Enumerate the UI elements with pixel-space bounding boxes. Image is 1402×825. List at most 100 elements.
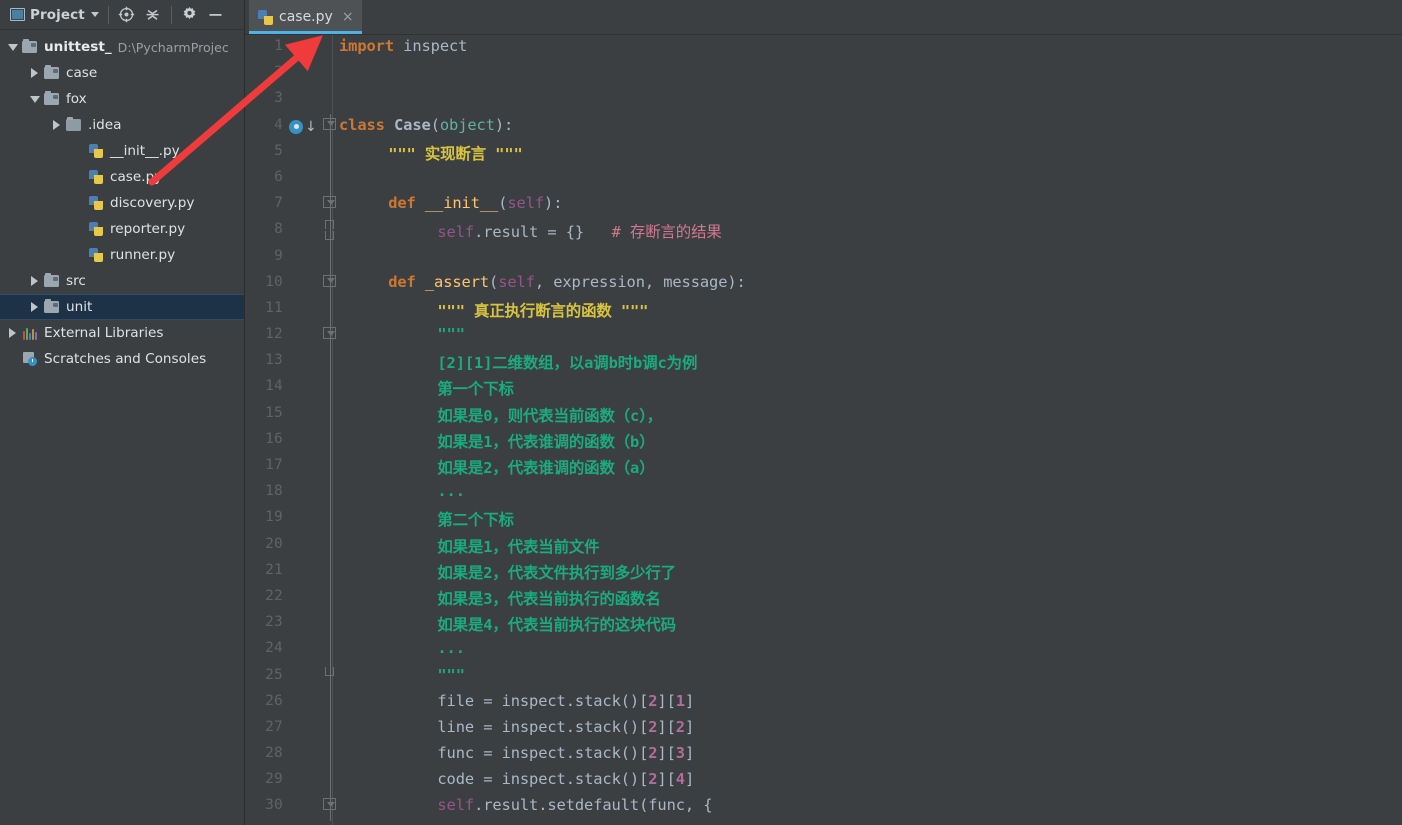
- gear-icon[interactable]: [177, 3, 203, 27]
- tree-item-unittest[interactable]: unittest_ D:\PycharmProjec: [0, 34, 244, 60]
- code-line[interactable]: 9: [245, 244, 1402, 271]
- token: .result.setdefault: [474, 796, 640, 815]
- token: __init__: [424, 194, 499, 213]
- code-line[interactable]: 22 如果是3，代表当前执行的函数名: [245, 584, 1402, 612]
- code-line[interactable]: 27 line = inspect.stack()[2][2]: [245, 715, 1402, 743]
- tree-item-scratches-and-consoles[interactable]: Scratches and Consoles: [0, 346, 244, 372]
- token: ...: [437, 482, 465, 501]
- code-line[interactable]: 17 如果是2，代表谁调的函数（a）: [245, 454, 1402, 481]
- code-fold-marker[interactable]: [323, 192, 337, 219]
- token: 如果是2，代表文件执行到多少行了: [437, 563, 676, 582]
- line-number: 2: [274, 64, 283, 81]
- code-text: 如果是0，则代表当前函数（c），: [437, 404, 662, 426]
- line-number: 16: [265, 430, 283, 447]
- code-line[interactable]: 25 """: [245, 663, 1402, 690]
- code-line[interactable]: 26 file = inspect.stack()[2][1]: [245, 689, 1402, 716]
- code-lines: 1 import inspect 2 3 4 ↓ class Case(object): 5 "…: [245, 35, 1402, 821]
- tree-item-idea[interactable]: .idea: [0, 112, 244, 138]
- code-line[interactable]: 16 如果是1，代表谁调的函数（b）: [245, 427, 1402, 454]
- code-line[interactable]: 14 第一个下标: [245, 375, 1402, 402]
- code-line[interactable]: 8 self.result = {} # 存断言的结果: [245, 218, 1402, 245]
- code-line[interactable]: 29 code = inspect.stack()[2][4]: [245, 768, 1402, 795]
- tree-item-external-libraries[interactable]: External Libraries: [0, 320, 244, 346]
- run-class-gutter-icon[interactable]: ↓: [289, 119, 319, 136]
- code-fold-marker[interactable]: [323, 218, 337, 245]
- tree-item-src[interactable]: src: [0, 268, 244, 294]
- code-text: 第二个下标: [437, 508, 514, 530]
- code-line[interactable]: 5 """ 实现断言 """: [245, 139, 1402, 166]
- python-file-icon: [258, 9, 273, 25]
- code-fold-marker[interactable]: [323, 113, 337, 140]
- token: class: [339, 115, 385, 134]
- pycharm-window: Project unittest_ D:\PycharmProjec case …: [0, 0, 1402, 825]
- line-number: 27: [265, 718, 283, 735]
- tree-toggle-closed-icon[interactable]: [4, 328, 21, 338]
- toolbar-divider-2: [170, 5, 172, 24]
- token: .result: [474, 223, 539, 242]
- minimize-icon[interactable]: [203, 3, 229, 27]
- tree-item-runner-py[interactable]: runner.py: [0, 242, 244, 268]
- code-fold-marker[interactable]: [323, 794, 337, 821]
- code-line[interactable]: 21 如果是2，代表文件执行到多少行了: [245, 558, 1402, 585]
- close-icon[interactable]: ×: [342, 10, 354, 24]
- line-number: 30: [265, 797, 283, 814]
- token: =: [474, 691, 502, 710]
- code-line[interactable]: 20 如果是1，代表当前文件: [245, 532, 1402, 559]
- code-line[interactable]: 18...: [245, 480, 1402, 507]
- code-fold-marker[interactable]: [323, 270, 337, 297]
- chevron-down-icon[interactable]: [90, 12, 99, 17]
- tree-item-reporter-py[interactable]: reporter.py: [0, 216, 244, 242]
- fold-guide: [323, 296, 337, 324]
- code-line[interactable]: 7 def __init__(self):: [245, 192, 1402, 219]
- tree-item-init-py[interactable]: __init__.py: [0, 138, 244, 164]
- code-line[interactable]: 13 [2][1]二维数组，以a调b时b调c为例: [245, 349, 1402, 376]
- code-editor[interactable]: 1 import inspect 2 3 4 ↓ class Case(object): 5 "…: [245, 35, 1402, 825]
- tree-toggle-closed-icon[interactable]: [26, 302, 43, 312]
- project-tree[interactable]: unittest_ D:\PycharmProjec case fox .idea __i…: [0, 30, 244, 372]
- code-line[interactable]: 30 self.result.setdefault(func, {: [245, 794, 1402, 821]
- libraries-icon: [21, 325, 39, 341]
- tree-item-fox[interactable]: fox: [0, 86, 244, 112]
- code-line[interactable]: 12 """: [245, 323, 1402, 350]
- tree-item-path: D:\PycharmProjec: [117, 39, 229, 55]
- tree-toggle-open-icon[interactable]: [4, 43, 21, 51]
- fold-guide: [323, 742, 337, 769]
- tree-toggle-closed-icon[interactable]: [26, 68, 43, 78]
- code-fold-marker[interactable]: [323, 663, 337, 690]
- code-fold-marker[interactable]: [323, 323, 337, 350]
- token: def: [388, 272, 416, 291]
- code-line[interactable]: 15 如果是0，则代表当前函数（c），: [245, 401, 1402, 428]
- tree-item-discovery-py[interactable]: discovery.py: [0, 190, 244, 216]
- token: [: [666, 717, 676, 736]
- code-line[interactable]: 4 ↓ class Case(object):: [245, 113, 1402, 140]
- tree-item-case-py[interactable]: case.py: [0, 164, 244, 190]
- tree-toggle-closed-icon[interactable]: [26, 276, 43, 286]
- tab-case-py[interactable]: case.py ×: [249, 0, 362, 34]
- code-line[interactable]: 10 def _assert(self, expression, message)…: [245, 270, 1402, 297]
- token: func: [437, 744, 475, 763]
- code-line[interactable]: 24...: [245, 637, 1402, 664]
- collapse-all-icon[interactable]: [140, 3, 166, 27]
- project-tool-window: Project unittest_ D:\PycharmProjec case …: [0, 0, 245, 825]
- tree-item-unit[interactable]: unit: [0, 294, 244, 320]
- tree-toggle-closed-icon[interactable]: [48, 120, 65, 130]
- code-line[interactable]: 6: [245, 165, 1402, 193]
- project-view-selector[interactable]: Project: [6, 5, 103, 25]
- code-line[interactable]: 19 第二个下标: [245, 506, 1402, 533]
- code-line[interactable]: 28 func = inspect.stack()[2][3]: [245, 742, 1402, 769]
- tree-item-case[interactable]: case: [0, 60, 244, 86]
- code-line[interactable]: 11 """ 真正执行断言的函数 """: [245, 296, 1402, 324]
- locate-icon[interactable]: [114, 3, 140, 27]
- token: self: [437, 223, 475, 242]
- project-title: Project: [30, 6, 85, 23]
- line-number: 24: [265, 640, 283, 657]
- code-line[interactable]: 1 import inspect: [245, 35, 1402, 61]
- token: line: [437, 717, 475, 736]
- code-line[interactable]: 2: [245, 61, 1402, 87]
- code-line[interactable]: 23 如果是4，代表当前执行的这块代码: [245, 611, 1402, 638]
- code-line[interactable]: 3: [245, 87, 1402, 113]
- tree-toggle-open-icon[interactable]: [26, 95, 43, 103]
- token: """ 真正执行断言的函数 """: [437, 301, 649, 320]
- code-text: class Case(object):: [339, 116, 513, 134]
